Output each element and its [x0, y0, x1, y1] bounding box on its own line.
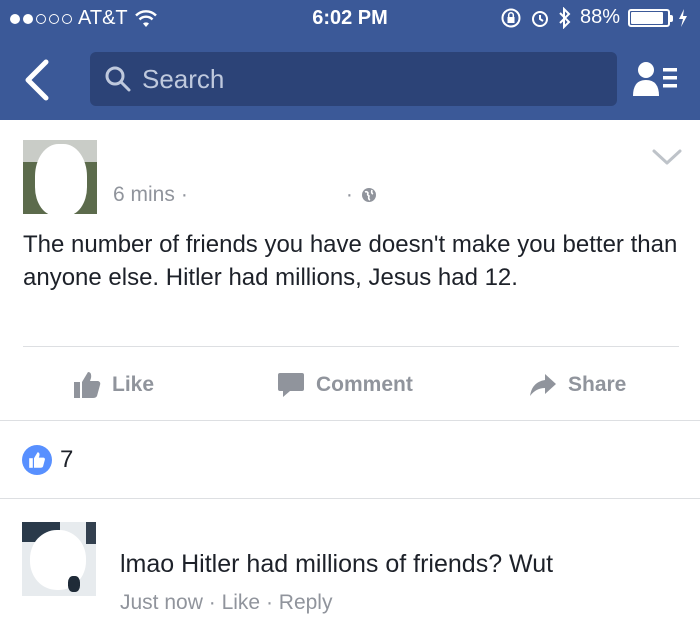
share-label: Share [568, 373, 627, 396]
comment-button[interactable]: Comment [276, 360, 413, 410]
reaction-summary[interactable]: 7 [22, 445, 73, 475]
rotation-lock-icon [501, 8, 521, 27]
share-button[interactable]: Share [528, 360, 626, 410]
post-author-avatar[interactable] [23, 140, 97, 214]
divider [0, 420, 700, 421]
post-actions: Like Comment Share [0, 360, 700, 410]
divider [23, 346, 679, 347]
search-input[interactable]: Search [90, 52, 617, 106]
thumbs-up-icon [74, 372, 101, 398]
like-reaction-icon [22, 445, 52, 475]
comment-time: Just now [120, 591, 203, 614]
carrier-label: AT&T [78, 7, 128, 29]
comment-like-link[interactable]: Like [222, 591, 261, 614]
like-label: Like [112, 373, 155, 396]
meta-separator-2: · [345, 183, 353, 206]
globe-icon [361, 188, 376, 202]
back-arrow-icon[interactable] [18, 56, 58, 104]
battery-icon [628, 8, 673, 27]
comment-meta: Just now · Like · Reply [120, 591, 332, 615]
comment-icon [278, 373, 304, 397]
header: AT&T 6:02 PM 88% Search [0, 0, 700, 120]
battery-percent: 88% [579, 6, 620, 28]
search-icon [105, 66, 131, 92]
alarm-icon [531, 10, 548, 27]
friend-requests-icon[interactable] [630, 58, 682, 100]
comment-reply-link[interactable]: Reply [279, 591, 333, 614]
search-placeholder: Search [142, 63, 225, 94]
charging-icon [679, 8, 687, 27]
divider [0, 498, 700, 499]
meta-separator: · [180, 183, 188, 206]
post-meta: 6 mins · · [113, 183, 377, 207]
post-body: The number of friends you have doesn't m… [23, 231, 678, 291]
like-button[interactable]: Like [72, 360, 154, 410]
bluetooth-icon [559, 6, 571, 29]
share-arrow-icon [530, 374, 556, 396]
chevron-down-icon[interactable] [650, 146, 684, 168]
comment-label: Comment [316, 373, 413, 396]
reaction-count: 7 [60, 446, 74, 473]
wifi-icon [134, 9, 157, 27]
comment-meta-separator-2: · [265, 591, 273, 614]
comment-meta-separator: · [208, 591, 216, 614]
post-time[interactable]: 6 mins [113, 183, 175, 207]
comment-text: lmao Hitler had millions of friends? Wut [120, 550, 554, 578]
commenter-avatar[interactable] [22, 522, 96, 596]
status-bar: AT&T 6:02 PM 88% [0, 0, 700, 40]
signal-strength-icon [10, 13, 72, 24]
